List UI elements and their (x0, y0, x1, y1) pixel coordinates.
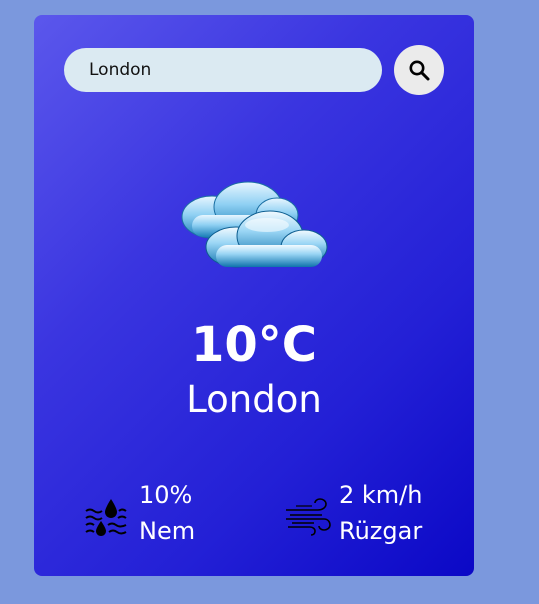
humidity-icon (85, 499, 127, 536)
weather-card: 10°C London 10% Nem 2 km/h Rüzgar (34, 15, 474, 576)
wind-detail: 2 km/h Rüzgar (284, 477, 444, 551)
wind-value: 2 km/h (339, 481, 423, 509)
clouds-icon (181, 181, 328, 268)
wind-icon (286, 498, 331, 536)
city-name: London (186, 378, 322, 421)
humidity-detail: 10% Nem (84, 477, 234, 551)
search-icon (409, 60, 430, 81)
wind-label: Rüzgar (339, 517, 423, 545)
search-input[interactable] (64, 48, 382, 92)
search-button[interactable] (394, 45, 444, 95)
temperature: 10°C (190, 317, 318, 373)
humidity-value: 10% (139, 481, 193, 509)
humidity-label: Nem (139, 517, 196, 545)
